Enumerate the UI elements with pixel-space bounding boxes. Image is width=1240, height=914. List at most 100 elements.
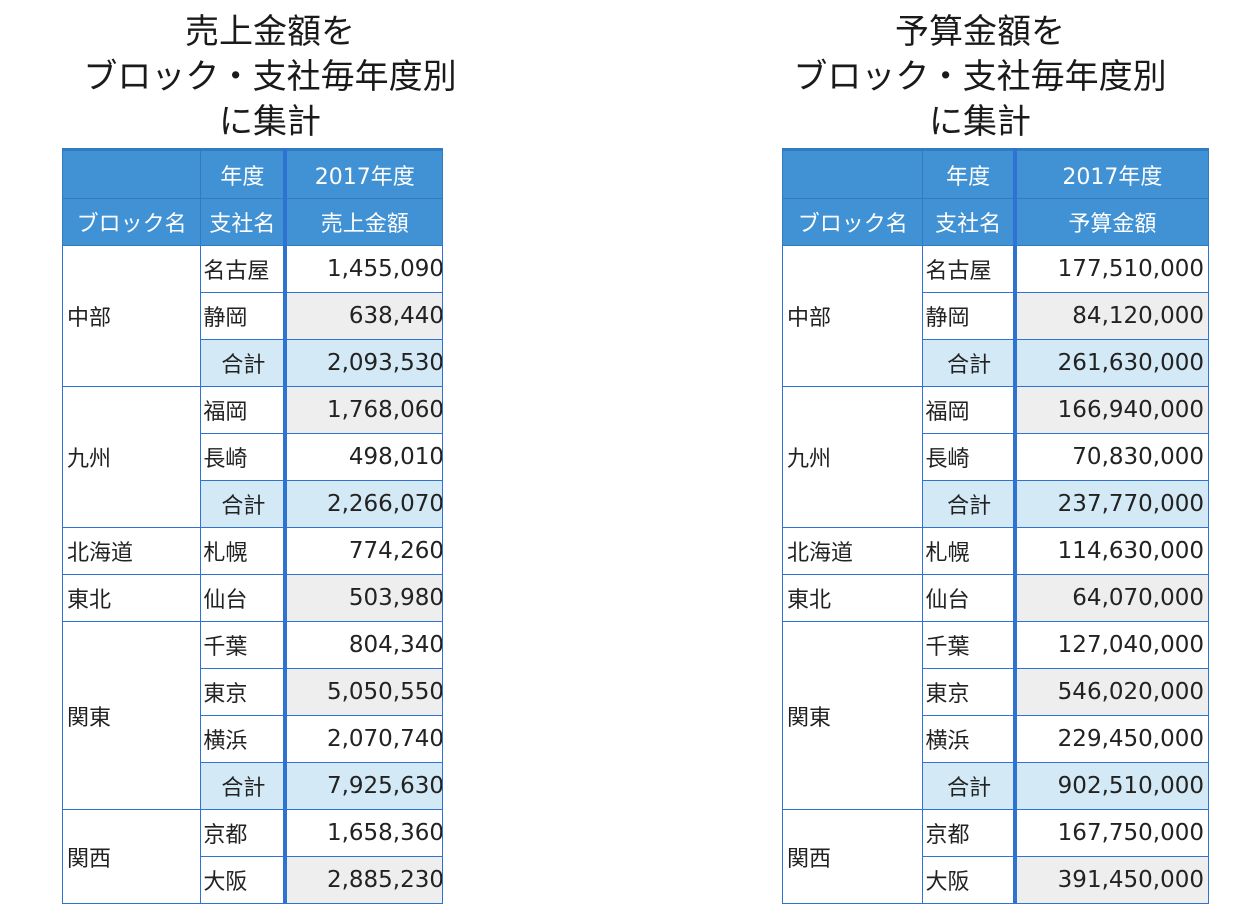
branch-name-cell: 横浜 <box>200 715 286 763</box>
caption-line: 予算金額を <box>895 12 1065 52</box>
subtotal-label-cell: 合計 <box>200 480 286 528</box>
amount-value: 5,050,550 <box>326 679 443 705</box>
amount-cell: 229,450,000 <box>1012 715 1209 763</box>
branch-name-cell: 東京 <box>200 668 286 716</box>
block-name-cell: 関東 <box>782 621 924 810</box>
branch-name-cell: 仙台 <box>200 574 286 622</box>
header-empty <box>782 148 924 199</box>
amount-value: 166,940,000 <box>1057 397 1204 423</box>
amount-value: 1,658,360 <box>326 820 443 846</box>
block-name-cell: 関東 <box>62 621 202 810</box>
subtotal-value-cell: 237,770,000 <box>1012 480 1209 528</box>
amount-cell: 774,260 <box>283 527 443 575</box>
branch-name-cell: 千葉 <box>200 621 286 669</box>
amount-value: 70,830,000 <box>1072 444 1204 470</box>
amount-cell: 1,455,090 <box>283 245 443 293</box>
subtotal-label-cell: 合計 <box>922 480 1016 528</box>
table-row: 北海道 札幌 114,630,000 <box>782 527 1209 575</box>
block-name-cell: 関西 <box>782 809 924 904</box>
branch-name-cell: 千葉 <box>922 621 1016 669</box>
header-branch-name: 支社名 <box>922 198 1016 246</box>
amount-cell: 166,940,000 <box>1012 386 1209 434</box>
header-block-name: ブロック名 <box>62 198 202 246</box>
budget-table: 年度 2017年度 ブロック名 支社名 予算金額 中部 名古屋 177,510,00… <box>782 148 1209 904</box>
branch-name-cell: 仙台 <box>922 574 1016 622</box>
amount-value: 638,440 <box>348 303 443 329</box>
header-year: 2017年度 <box>1012 148 1209 199</box>
header-sales-amount: 売上金額 <box>283 198 443 246</box>
amount-value: 804,340 <box>348 632 443 658</box>
subtotal-value-cell: 7,925,630 <box>283 762 443 810</box>
branch-name-cell: 静岡 <box>200 292 286 340</box>
amount-value: 1,455,090 <box>326 256 443 282</box>
header-year-label: 年度 <box>922 148 1016 199</box>
subtotal-label-cell: 合計 <box>200 762 286 810</box>
budget-table-scroll[interactable]: 年度 2017年度 ブロック名 支社名 予算金額 中部 名古屋 177,510,00… <box>782 148 1209 914</box>
sales-table: 年度 2017年度 ブロック名 支社名 売上金額 中部 名古屋 1,455,090 静… <box>62 148 443 904</box>
table-row: 中部 名古屋 177,510,000 <box>782 245 1209 387</box>
header-block-name: ブロック名 <box>782 198 924 246</box>
branch-name-cell: 横浜 <box>922 715 1016 763</box>
amount-cell: 804,340 <box>283 621 443 669</box>
branch-name-cell: 名古屋 <box>922 245 1016 293</box>
caption-line: に集計 <box>219 102 321 142</box>
amount-cell: 167,750,000 <box>1012 809 1209 857</box>
subtotal-value-cell: 2,093,530 <box>283 339 443 387</box>
table-row: 九州 福岡 1,768,060 <box>62 386 443 528</box>
subtotal-label-cell: 合計 <box>200 339 286 387</box>
branch-name-cell: 大阪 <box>200 856 286 904</box>
block-name-cell: 九州 <box>62 386 202 528</box>
header-row-columns: ブロック名 支社名 売上金額 <box>62 198 443 246</box>
amount-cell: 64,070,000 <box>1012 574 1209 622</box>
table-row: 北海道 札幌 774,260 <box>62 527 443 575</box>
branch-name-cell: 福岡 <box>922 386 1016 434</box>
header-year-label: 年度 <box>200 148 286 199</box>
amount-value: 2,070,740 <box>326 726 443 752</box>
amount-value: 902,510,000 <box>1057 773 1204 799</box>
table-row: 関西 京都 167,750,000 <box>782 809 1209 904</box>
subtotal-label-cell: 合計 <box>922 762 1016 810</box>
amount-cell: 1,658,360 <box>283 809 443 857</box>
header-row-year: 年度 2017年度 <box>782 148 1209 199</box>
amount-value: 391,450,000 <box>1057 867 1204 893</box>
amount-cell: 127,040,000 <box>1012 621 1209 669</box>
amount-value: 2,266,070 <box>326 491 443 517</box>
amount-value: 2,093,530 <box>326 350 443 376</box>
amount-value: 503,980 <box>348 585 443 611</box>
block-name-cell: 北海道 <box>782 527 924 575</box>
branch-name-cell: 長崎 <box>922 433 1016 481</box>
amount-cell: 503,980 <box>283 574 443 622</box>
amount-cell: 391,450,000 <box>1012 856 1209 904</box>
amount-value: 261,630,000 <box>1057 350 1204 376</box>
table-row: 関東 千葉 127,040,000 <box>782 621 1209 810</box>
amount-value: 7,925,630 <box>326 773 443 799</box>
amount-cell: 1,768,060 <box>283 386 443 434</box>
caption-line: ブロック・支社毎年度別 <box>83 57 457 97</box>
caption-line: 売上金額を <box>185 12 355 52</box>
amount-cell: 546,020,000 <box>1012 668 1209 716</box>
amount-value: 127,040,000 <box>1057 632 1204 658</box>
sales-table-scroll[interactable]: 年度 2017年度 ブロック名 支社名 売上金額 中部 名古屋 1,455,090 静… <box>62 148 443 914</box>
branch-name-cell: 札幌 <box>200 527 286 575</box>
branch-name-cell: 長崎 <box>200 433 286 481</box>
amount-value: 1,768,060 <box>326 397 443 423</box>
table-row: 九州 福岡 166,940,000 <box>782 386 1209 528</box>
caption-line: ブロック・支社毎年度別 <box>793 57 1167 97</box>
amount-cell: 638,440 <box>283 292 443 340</box>
sales-caption: 売上金額を ブロック・支社毎年度別 に集計 <box>0 10 540 145</box>
branch-name-cell: 名古屋 <box>200 245 286 293</box>
amount-value: 546,020,000 <box>1057 679 1204 705</box>
header-year: 2017年度 <box>283 148 443 199</box>
amount-cell: 5,050,550 <box>283 668 443 716</box>
amount-cell: 84,120,000 <box>1012 292 1209 340</box>
header-branch-name: 支社名 <box>200 198 286 246</box>
table-row: 中部 名古屋 1,455,090 <box>62 245 443 387</box>
header-row-year: 年度 2017年度 <box>62 148 443 199</box>
table-row: 東北 仙台 503,980 <box>62 574 443 622</box>
subtotal-value-cell: 902,510,000 <box>1012 762 1209 810</box>
block-name-cell: 東北 <box>782 574 924 622</box>
amount-cell: 177,510,000 <box>1012 245 1209 293</box>
block-name-cell: 北海道 <box>62 527 202 575</box>
block-name-cell: 関西 <box>62 809 202 904</box>
branch-name-cell: 福岡 <box>200 386 286 434</box>
